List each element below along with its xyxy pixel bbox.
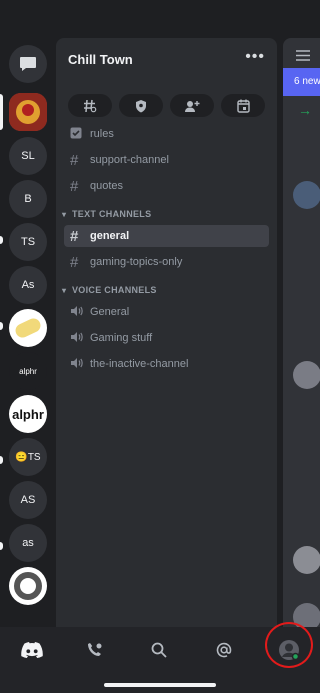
category-text-channels[interactable]: ▾ TEXT CHANNELS (62, 209, 151, 219)
rules-checkbox-icon (70, 126, 90, 143)
hamburger-menu-icon[interactable] (296, 48, 310, 66)
chat-peek[interactable]: 6 new → (283, 38, 320, 627)
search-button[interactable] (144, 637, 174, 663)
server-sl[interactable]: SL (9, 137, 47, 175)
unread-indicator (0, 236, 3, 244)
events-button[interactable] (221, 94, 265, 117)
arrow-right-icon: → (298, 102, 312, 118)
unread-indicator (0, 322, 3, 330)
server-ring-logo[interactable] (9, 567, 47, 605)
speaker-icon (70, 330, 90, 347)
server-as-upper[interactable]: AS (9, 481, 47, 519)
invite-button[interactable] (170, 94, 214, 117)
hash-icon: # (70, 177, 79, 195)
phone-person-icon (88, 643, 102, 656)
server-as[interactable]: As (9, 266, 47, 304)
channel-quotes[interactable]: # quotes (64, 175, 269, 197)
new-messages-banner[interactable]: 6 new (283, 68, 320, 96)
chat-bubble-icon (20, 57, 36, 71)
voice-channel-general[interactable]: General (64, 301, 269, 323)
member-avatar[interactable] (293, 361, 320, 389)
channel-gaming-topics-only[interactable]: # gaming-topics-only (64, 251, 269, 273)
highlight-circle (265, 622, 313, 668)
direct-messages-button[interactable] (9, 45, 47, 83)
server-chill-town[interactable] (9, 93, 47, 131)
server-ts-emoji[interactable]: 😑TS (9, 438, 47, 476)
unread-indicator (0, 542, 3, 550)
home-button[interactable] (17, 637, 47, 663)
ring-logo-icon (14, 572, 42, 600)
channel-rules[interactable]: rules (64, 123, 269, 145)
selected-server-indicator (0, 94, 3, 130)
speaker-icon (70, 356, 90, 373)
channel-general[interactable]: # general (64, 225, 269, 247)
hash-icon: # (70, 253, 79, 271)
server-as-lower[interactable]: as (9, 524, 47, 562)
member-avatar[interactable] (293, 546, 320, 574)
server-name[interactable]: Chill Town (68, 52, 133, 67)
voice-channel-gaming-stuff[interactable]: Gaming stuff (64, 327, 269, 349)
server-options-button[interactable]: ••• (245, 48, 265, 66)
unread-indicator (0, 456, 3, 464)
channel-support-channel[interactable]: # support-channel (64, 149, 269, 171)
pill-icon (15, 318, 41, 338)
server-alphr-wordmark[interactable]: alphr (9, 352, 47, 390)
chevron-down-icon: ▾ (62, 210, 67, 219)
category-voice-channels[interactable]: ▾ VOICE CHANNELS (62, 285, 157, 295)
server-pill-image[interactable] (9, 309, 47, 347)
threads-icon (84, 99, 97, 112)
hash-icon: # (70, 227, 79, 245)
search-icon (151, 642, 167, 658)
server-rail: SL B TS As alphr alphr 😑TS AS as (0, 32, 54, 627)
hash-icon: # (70, 151, 79, 169)
add-member-icon (185, 100, 200, 112)
home-indicator (104, 683, 216, 687)
server-b[interactable]: B (9, 180, 47, 218)
discord-logo-icon (21, 642, 43, 658)
speaker-icon (70, 304, 90, 321)
channel-panel: Chill Town ••• rules # support-channel #… (56, 38, 277, 627)
mentions-button[interactable] (209, 637, 239, 663)
boost-button[interactable] (119, 94, 163, 117)
member-avatar[interactable] (293, 181, 320, 209)
chevron-down-icon: ▾ (62, 286, 67, 295)
server-ts[interactable]: TS (9, 223, 47, 261)
at-sign-icon (216, 642, 232, 658)
server-alphr[interactable]: alphr (9, 395, 47, 433)
calendar-icon (236, 99, 250, 113)
voice-channel-the-inactive-channel[interactable]: the-inactive-channel (64, 353, 269, 375)
threads-button[interactable] (68, 94, 112, 117)
server-icon-image (9, 93, 47, 131)
friends-button[interactable] (80, 637, 110, 663)
shield-icon (136, 99, 146, 112)
